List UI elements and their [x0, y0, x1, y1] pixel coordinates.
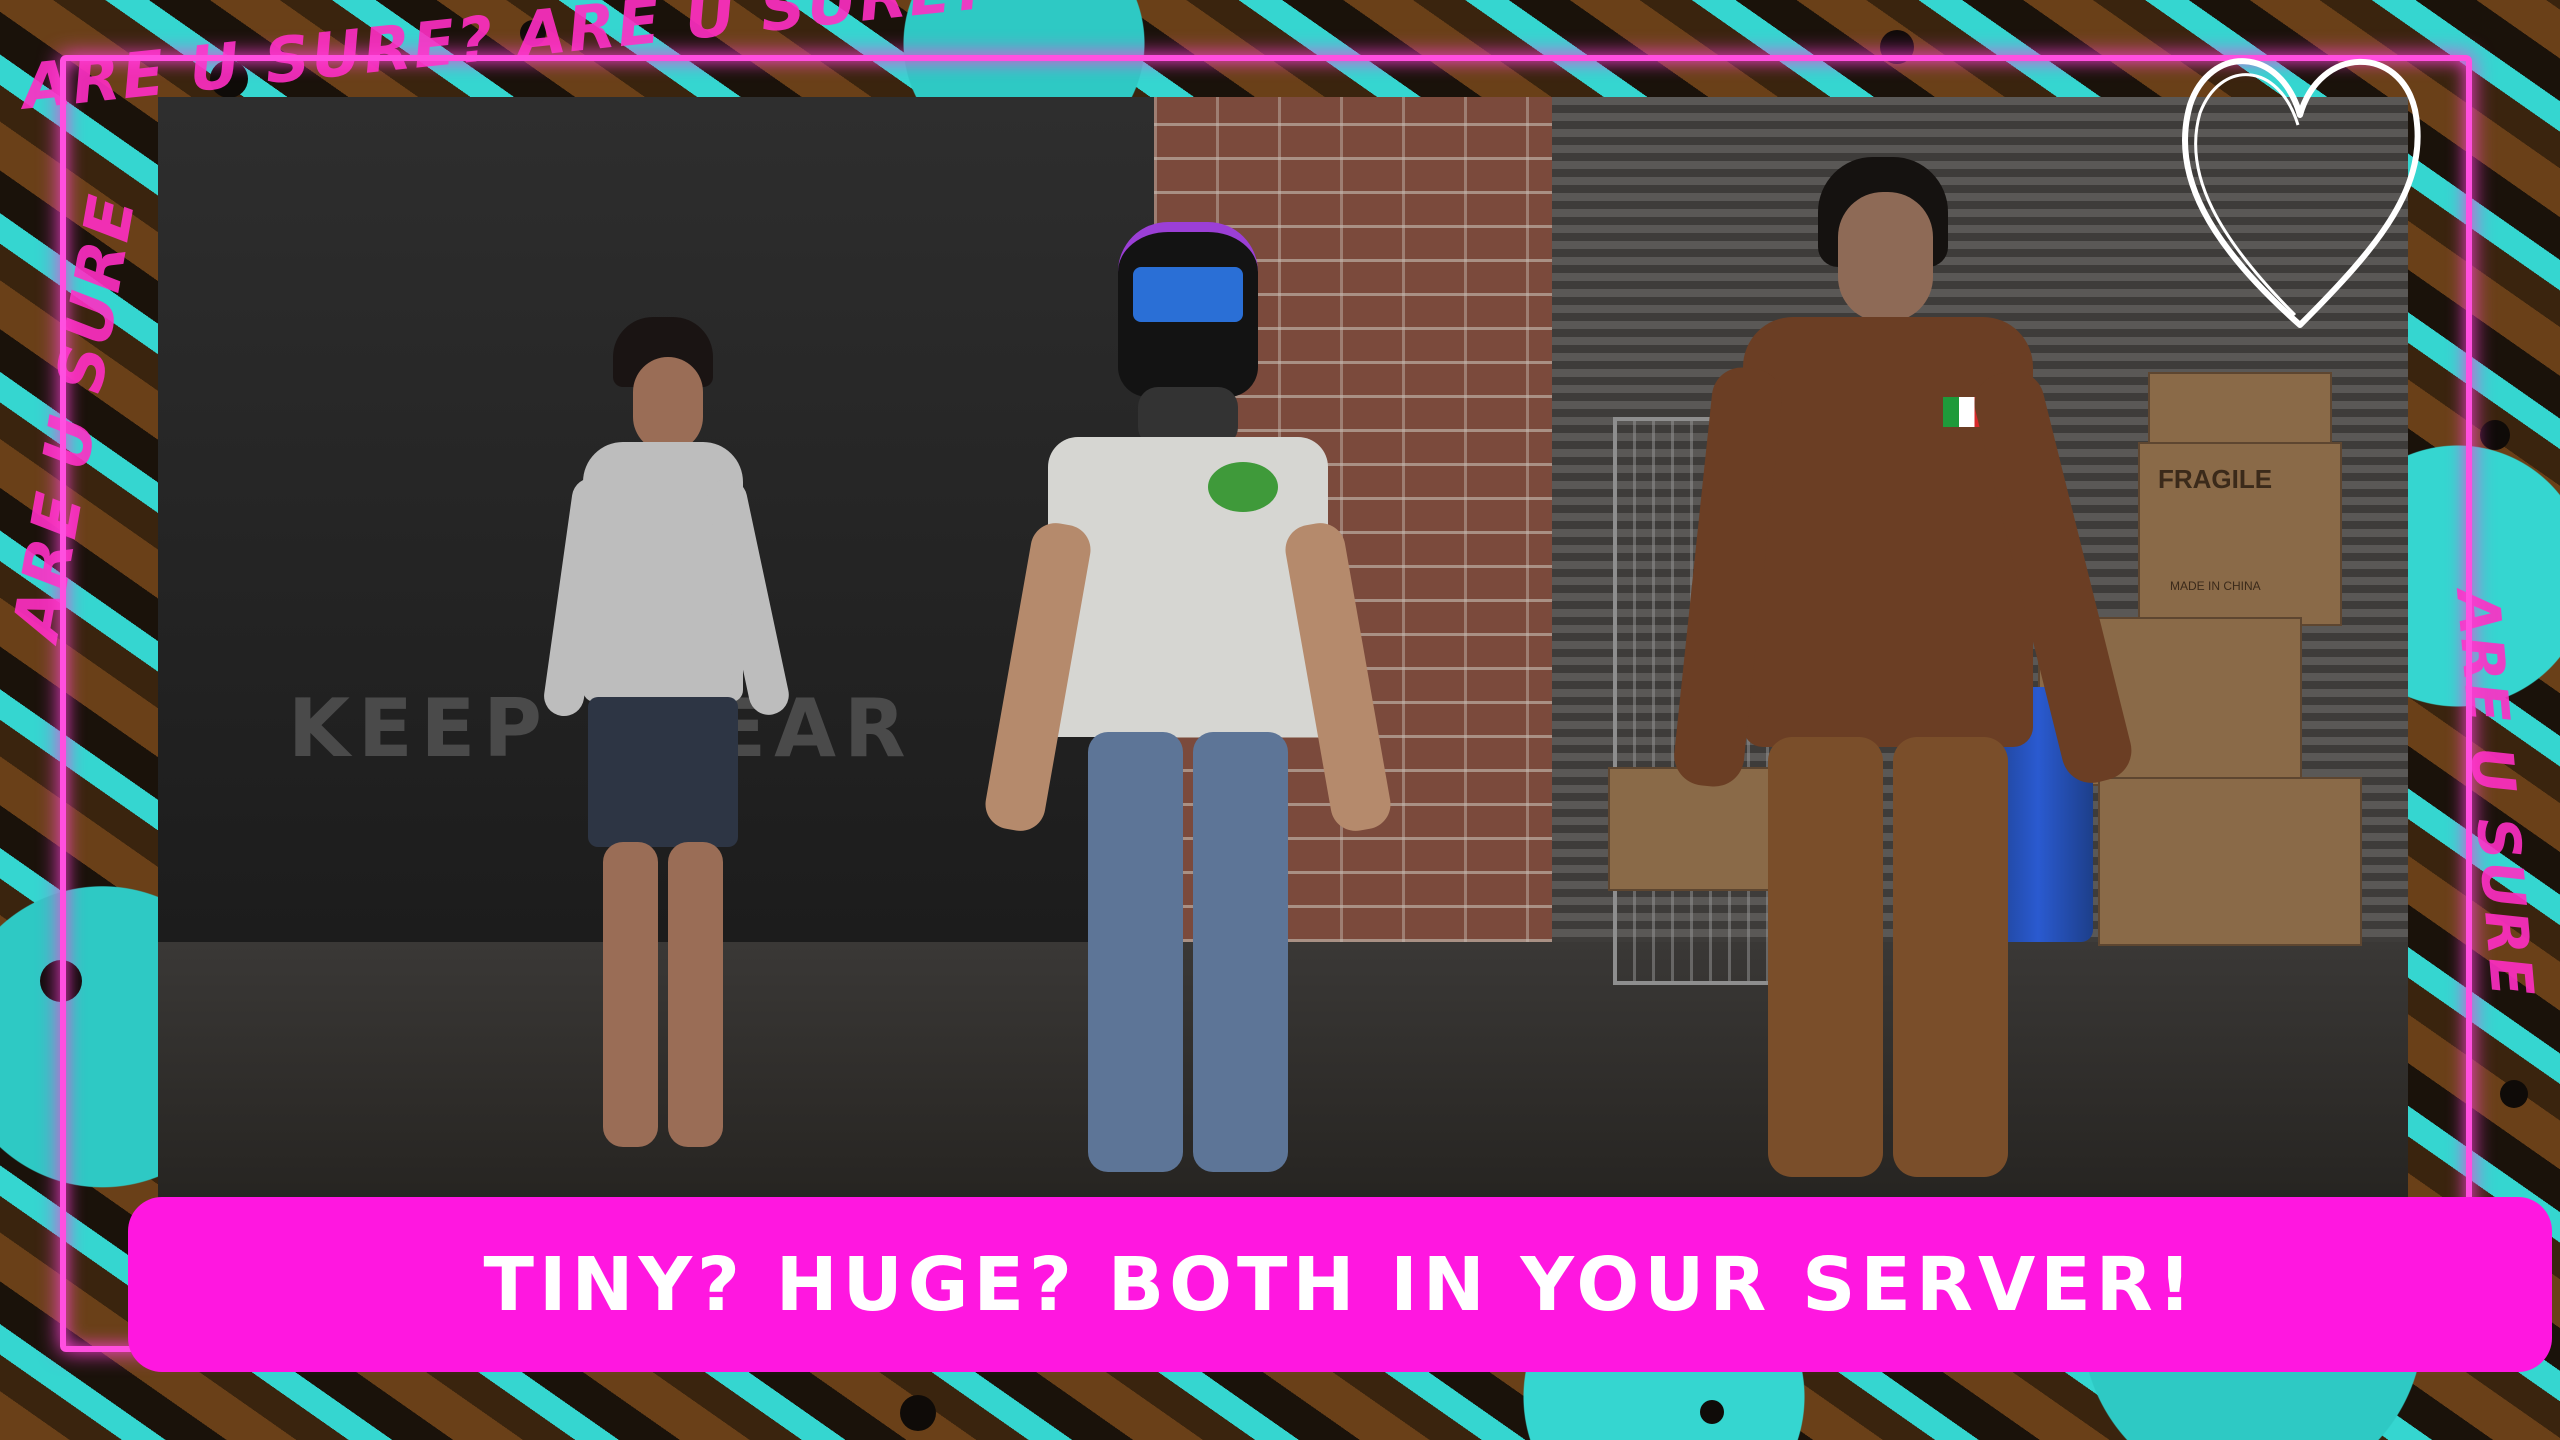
game-scene: KEEP CLEAR FRAGILE MADE IN CHINA — [158, 97, 2408, 1227]
box-label: FRAGILE — [2158, 464, 2273, 494]
heart-doodle-icon — [2181, 58, 2421, 328]
cardboard-box-fragile: FRAGILE MADE IN CHINA — [2138, 442, 2342, 626]
frog-patch-icon — [1208, 462, 1278, 512]
promo-banner: TINY? HUGE? BOTH IN YOUR SERVER! — [128, 1197, 2552, 1372]
character-right — [1671, 157, 2138, 1207]
character-left — [541, 317, 793, 1157]
character-middle — [981, 222, 1395, 1182]
cardboard-box — [2098, 777, 2362, 946]
box-label-small: MADE IN CHINA — [2170, 579, 2261, 593]
banner-text: TINY? HUGE? BOTH IN YOUR SERVER! — [483, 1241, 2197, 1328]
